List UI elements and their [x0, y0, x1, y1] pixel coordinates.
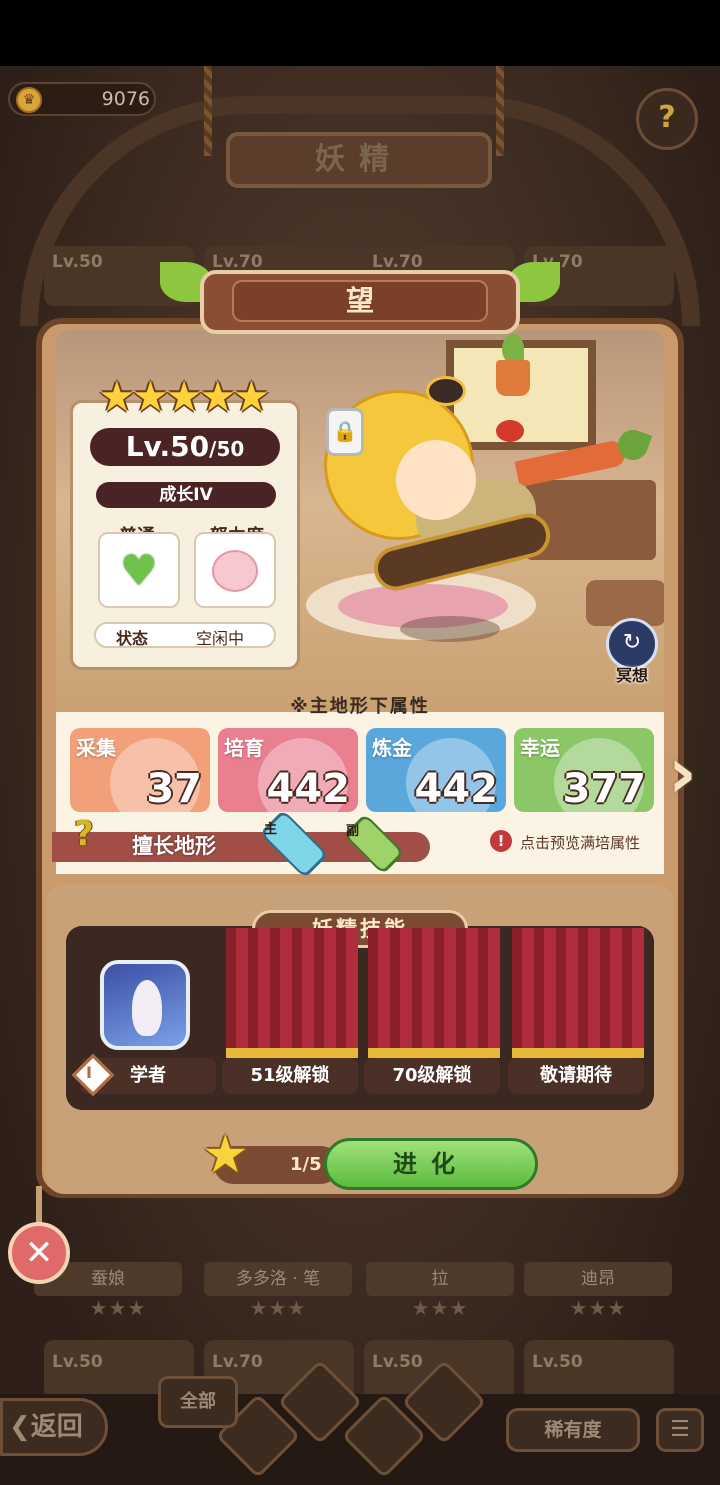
- attr-luck[interactable]: 幸运 377: [514, 728, 654, 812]
- quality-box[interactable]: ♥: [98, 532, 180, 608]
- bg-card-level: Lv.50: [52, 252, 103, 272]
- preview-full-stats-link[interactable]: 点击预览满培属性: [520, 832, 640, 853]
- skill-tier-text: I: [86, 1063, 92, 1082]
- skill-slot-locked-curtain[interactable]: [512, 928, 644, 1058]
- terrain-help-icon[interactable]: ?: [74, 814, 110, 856]
- fairy-goggles: [426, 376, 466, 406]
- rarity-sort-button[interactable]: 稀有度: [506, 1408, 640, 1452]
- attributes-header: ※主地形下属性: [290, 696, 430, 717]
- effort-face-icon: [212, 550, 258, 592]
- growth-stage: 成长IV: [96, 482, 276, 508]
- attr-nurture[interactable]: 培育 442: [218, 728, 358, 812]
- sub-terrain-tag: 副: [346, 824, 360, 839]
- fairy-bow: [496, 420, 524, 442]
- level-max: /50: [209, 437, 245, 461]
- status-value: 空闲中: [196, 629, 245, 648]
- page-title: 妖精: [226, 132, 492, 188]
- skill-label: 51级解锁: [222, 1058, 358, 1094]
- fairy-shadow: [400, 616, 500, 642]
- plant-pot: [496, 360, 530, 396]
- coin-icon: ♛: [16, 87, 42, 113]
- evolve-star-icon: ★: [202, 1125, 249, 1185]
- next-fairy-arrow[interactable]: ›: [668, 738, 712, 814]
- attr-alchemy[interactable]: 炼金 442: [366, 728, 506, 812]
- back-button[interactable]: ❮返回: [0, 1398, 108, 1456]
- rope-right: [496, 66, 504, 156]
- rarity-stars: ★★★★★: [98, 372, 270, 421]
- bg-card-level: Lv.70: [372, 252, 423, 272]
- sort-order-icon[interactable]: ☰: [656, 1408, 704, 1452]
- back-label: 返回: [30, 1412, 83, 1442]
- skill-slot-locked-curtain[interactable]: [226, 928, 358, 1058]
- attr-alchemy-value: 442: [414, 766, 499, 812]
- filter-all-button[interactable]: 全部: [158, 1376, 238, 1428]
- fairy-face: [396, 440, 476, 520]
- attr-gather-label: 采集: [76, 736, 116, 760]
- bg-card-level: Lv.50: [52, 1352, 103, 1372]
- bg-card-stars: ★★★: [249, 1296, 307, 1320]
- attr-gather-value: 37: [146, 766, 202, 812]
- attr-luck-value: 377: [562, 766, 647, 812]
- rope-left: [204, 66, 212, 156]
- evolve-button[interactable]: 进化: [324, 1138, 538, 1190]
- meditate-label: 冥想: [615, 666, 648, 685]
- skill-label: 70级解锁: [364, 1058, 500, 1094]
- level-badge: Lv.50/50: [90, 428, 280, 466]
- bg-card-stars: ★★★: [569, 1296, 627, 1320]
- status-pill: 状态 空闲中: [94, 622, 276, 648]
- coin-counter: ♛ 9076: [8, 82, 156, 116]
- bg-card-level: Lv.50: [532, 1352, 583, 1372]
- attr-luck-label: 幸运: [520, 736, 560, 760]
- bg-card-stars: ★★★: [411, 1296, 469, 1320]
- attr-alchemy-label: 炼金: [372, 736, 412, 760]
- attr-nurture-value: 442: [266, 766, 351, 812]
- bg-card-name: 拉: [366, 1262, 514, 1296]
- attr-nurture-label: 培育: [224, 736, 264, 760]
- level-value: Lv.50: [125, 430, 210, 463]
- coin-value: 9076: [101, 88, 150, 110]
- bg-card-level: Lv.70: [212, 252, 263, 272]
- help-sprout-icon[interactable]: ?: [636, 88, 698, 150]
- bg-card-name: 迪昂: [524, 1262, 672, 1296]
- bg-card-level: Lv.50: [372, 1352, 423, 1372]
- name-banner: 望: [200, 270, 520, 334]
- bg-card-level: Lv.70: [212, 1352, 263, 1372]
- bg-card-name: 多多洛 · 笔: [204, 1262, 352, 1296]
- shell-icon: [132, 980, 162, 1036]
- status-label: 状态: [116, 629, 149, 648]
- skill-label: 敬请期待: [508, 1058, 644, 1094]
- close-icon[interactable]: ✕: [8, 1222, 70, 1284]
- scholar-skill-icon[interactable]: [100, 960, 190, 1050]
- attr-gather[interactable]: 采集 37: [70, 728, 210, 812]
- evolve-progress: 1/5: [290, 1154, 322, 1175]
- effort-box[interactable]: [194, 532, 276, 608]
- main-terrain-tag: 主: [264, 822, 278, 837]
- warning-icon[interactable]: !: [490, 830, 512, 852]
- lock-icon[interactable]: 🔒: [326, 408, 364, 456]
- bg-card-stars: ★★★: [89, 1296, 147, 1320]
- fairy-name: 望: [232, 280, 488, 322]
- skill-slot-locked-curtain[interactable]: [368, 928, 500, 1058]
- close-rope: [36, 1186, 42, 1224]
- terrain-label: 擅长地形: [132, 834, 216, 858]
- heart-icon: ♥: [120, 546, 158, 595]
